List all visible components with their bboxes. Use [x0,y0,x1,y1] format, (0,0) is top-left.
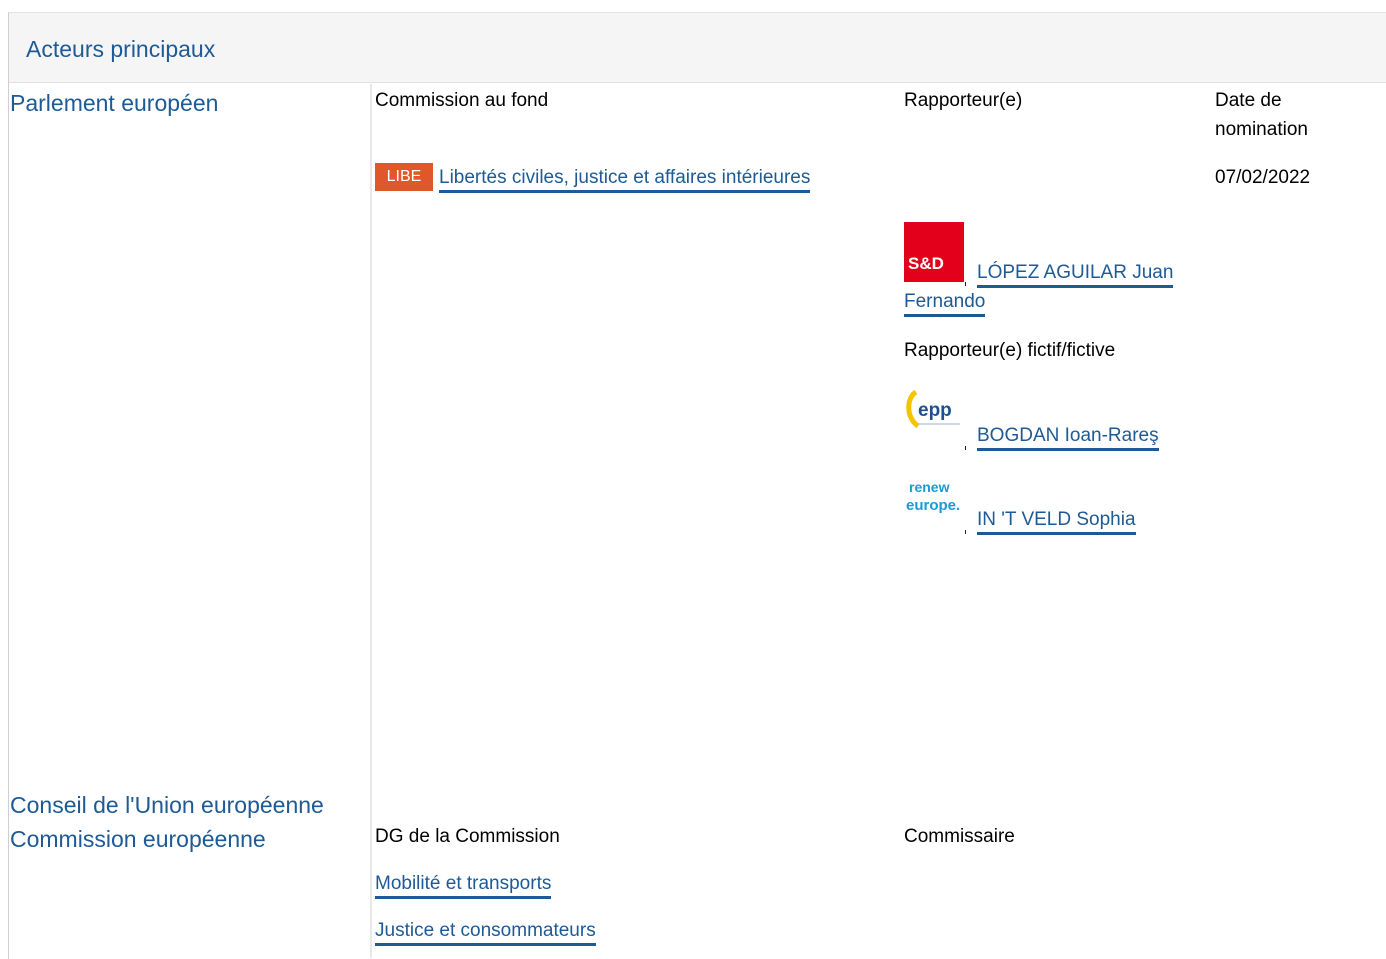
actor-commission: Commission européenne [10,826,266,852]
rapporteur-column-header: Rapporteur(e) [904,90,1023,111]
renew-logo-graphic: renew europe. [906,479,960,514]
committee-code-badge: LIBE [375,163,433,191]
committee-link[interactable]: Libertés civiles, justice et affaires in… [439,167,811,193]
rapporteur-link[interactable]: LÓPEZ AGUILAR Juan [977,262,1174,288]
epp-group-logo: epp [904,384,964,444]
svg-text:renew: renew [909,479,950,495]
actor-council: Conseil de l'Union européenne [10,792,324,818]
committee-column-header: Commission au fond [375,90,549,111]
shadow-rapporteur-link[interactable]: IN 'T VELD Sophia [977,509,1136,535]
dg-link[interactable]: Mobilité et transports [375,873,552,899]
shadow-link-wrap-1: BOGDAN Ioan-Rareş [977,421,1159,451]
logo-separator [965,530,966,534]
renew-group-logo: renew europe. [904,468,964,528]
date-column-header: Date de nomination [1215,90,1308,140]
section-header [9,13,1386,83]
dg-link[interactable]: Justice et consommateurs [375,920,596,946]
section-title: Acteurs principaux [26,36,216,62]
dg-link-wrap-2: Justice et consommateurs [375,916,596,946]
logo-separator [965,282,966,286]
shadow-rapporteur-label: Rapporteur(e) fictif/fictive [904,340,1116,361]
dg-link-wrap-1: Mobilité et transports [375,869,552,899]
sd-group-logo: S&D [904,222,964,282]
sd-group-logo-text: S&D [908,254,944,273]
commissioner-column-header: Commissaire [904,826,1015,847]
rapporteur-link-wrap-2: Fernando [904,287,986,317]
rapporteur-link-line2[interactable]: Fernando [904,291,986,317]
dg-column-header: DG de la Commission [375,826,560,847]
shadow-link-wrap-2: IN 'T VELD Sophia [977,505,1136,535]
epp-logo-graphic: epp [906,389,960,429]
nomination-date: 07/02/2022 [1215,167,1311,188]
rapporteur-link-wrap: LÓPEZ AGUILAR Juan [977,258,1174,288]
epp-logo-text: epp [918,400,952,421]
shadow-rapporteur-link[interactable]: BOGDAN Ioan-Rareş [977,425,1159,451]
logo-separator [965,446,966,450]
column-divider [370,84,372,958]
committee-link-wrap: Libertés civiles, justice et affaires in… [439,163,811,193]
svg-text:europe.: europe. [906,497,960,514]
actor-parliament: Parlement européen [10,90,219,116]
